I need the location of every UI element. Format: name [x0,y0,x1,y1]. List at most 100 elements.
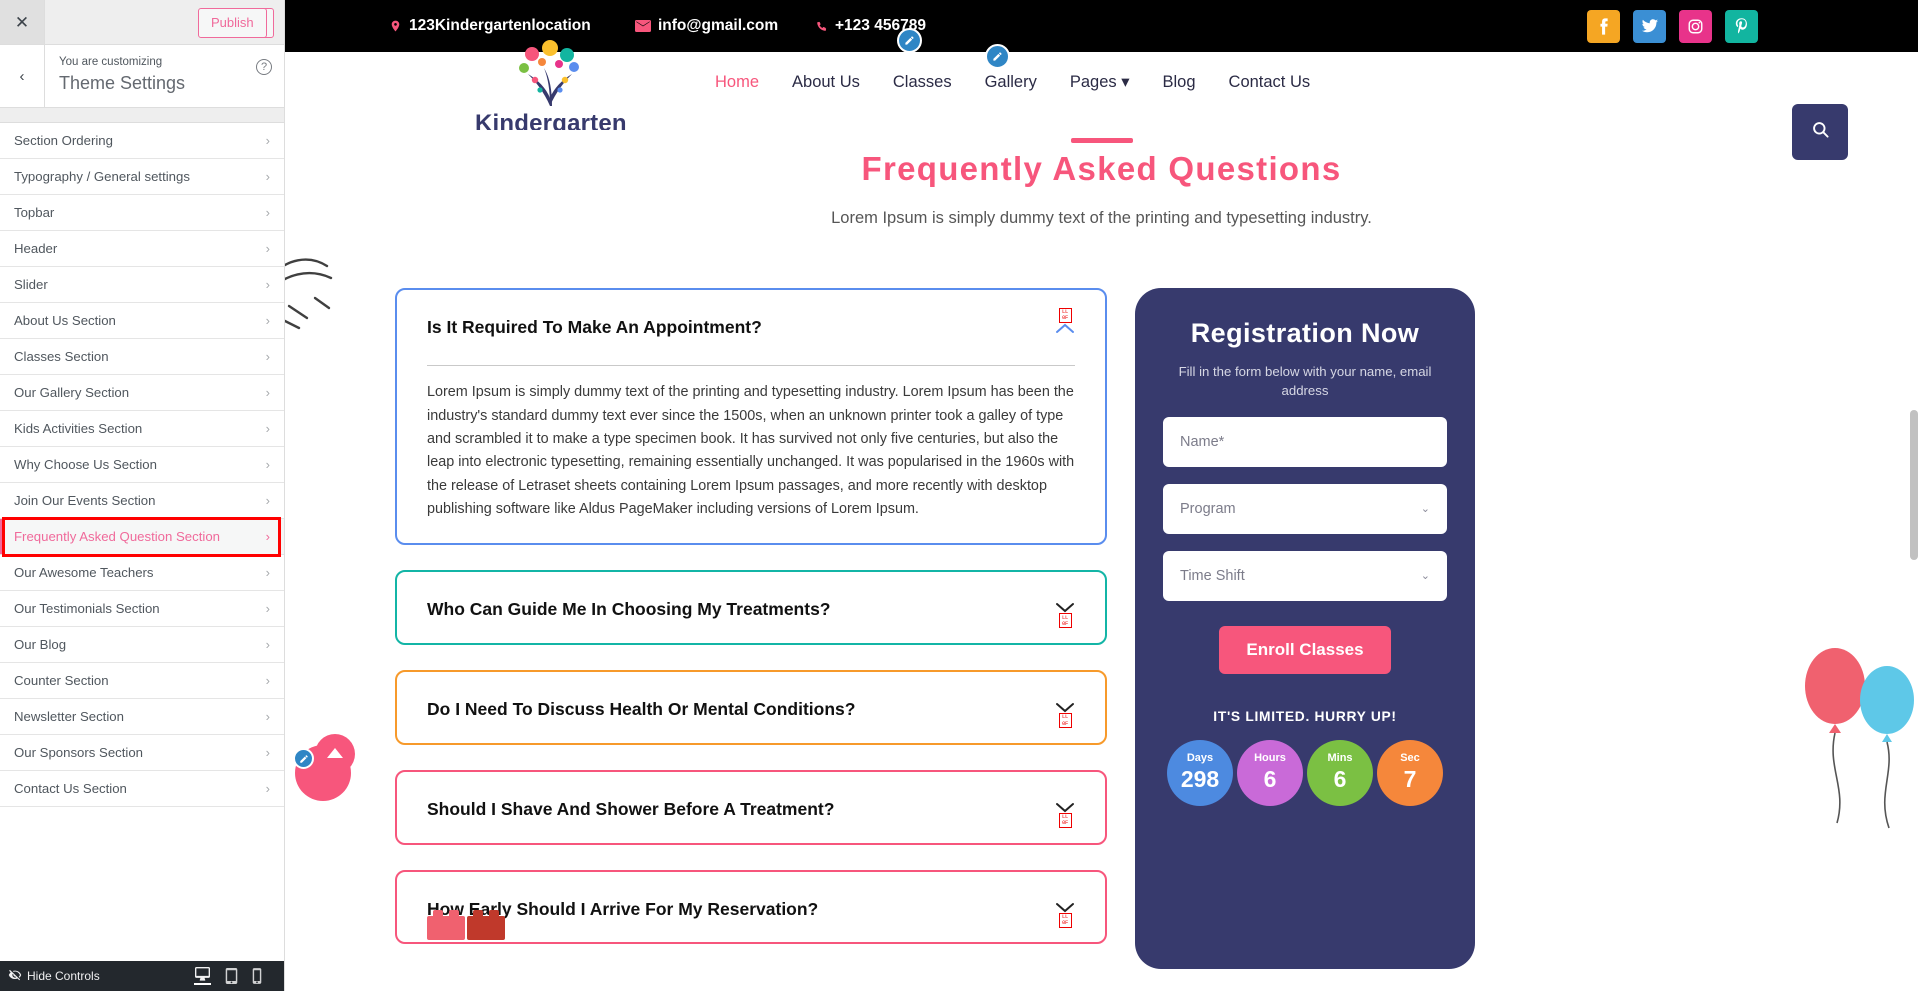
customizer-header: ‹ You are customizing Theme Settings ? [0,45,284,108]
chevron-down-icon[interactable]: LL 0F [1055,802,1075,828]
sidebar-item-our-gallery-section[interactable]: Our Gallery Section › [0,375,284,411]
chevron-down-icon: ⌄ [1420,503,1430,516]
sidebar-item-label: Our Gallery Section [14,385,130,400]
sidebar-item-slider[interactable]: Slider › [0,267,284,303]
timeshift-select[interactable]: Time Shift ⌄ [1163,550,1447,601]
nav-item-home[interactable]: Home [715,73,759,92]
name-input[interactable]: Name* [1163,416,1447,467]
sidebar-item-header[interactable]: Header › [0,231,284,267]
faq-question: Do I Need To Discuss Health Or Mental Co… [427,699,856,720]
twitter-icon[interactable] [1633,9,1666,43]
faq-accordion-list: Is It Required To Make An Appointment? LL… [395,287,1107,970]
nav-edit-pin[interactable] [985,44,1010,69]
search-button[interactable] [1792,104,1848,160]
site-logo[interactable]: Kindergarten [475,40,627,138]
help-icon[interactable]: ? [256,59,272,75]
sidebar-item-contact-us-section[interactable]: Contact Us Section › [0,771,284,807]
chevron-right-icon: › [265,745,270,760]
missing-glyph-box: LL 0F [1058,613,1072,629]
sidebar-item-our-awesome-teachers[interactable]: Our Awesome Teachers › [0,555,284,591]
chevron-right-icon: › [265,673,270,688]
faq-item[interactable]: Who Can Guide Me In Choosing My Treatmen… [395,570,1107,646]
back-icon[interactable]: ‹ [0,45,45,107]
preview-scrollbar[interactable] [1910,410,1918,560]
sidebar-item-classes-section[interactable]: Classes Section › [0,339,284,375]
sidebar-item-frequently-asked-question-section[interactable]: Frequently Asked Question Section › [0,519,284,555]
chevron-shape [1055,602,1075,613]
sidebar-item-our-testimonials-section[interactable]: Our Testimonials Section › [0,591,284,627]
countdown-value: 6 [1263,766,1277,793]
customizer-panel: ✕ Publish ‹ You are customizing Theme Se… [0,0,285,991]
faq-title: Frequently Asked Questions [861,150,1342,187]
registration-panel: Registration Now Fill in the form below … [1135,287,1475,970]
scroll-top-arrow[interactable] [315,734,355,775]
hide-controls-button[interactable]: Hide Controls [8,968,100,985]
search-icon [1811,120,1830,144]
countdown-value: 7 [1403,766,1417,793]
registration-title: Registration Now [1190,317,1420,348]
topbar-email-text: info@gmail.com [658,17,779,34]
sidebar-item-section-ordering[interactable]: Section Ordering › [0,123,284,159]
sidebar-item-about-us-section[interactable]: About Us Section › [0,303,284,339]
chevron-right-icon: › [265,493,270,508]
sidebar-item-topbar[interactable]: Topbar › [0,195,284,231]
sidebar-item-label: Our Awesome Teachers [14,565,154,580]
chevron-right-icon: › [265,565,270,580]
chevron-right-icon: › [265,385,270,400]
missing-glyph-box: LL 0F [1058,713,1072,729]
envelope-icon [635,20,651,32]
faq-answer: Lorem Ipsum is simply dummy text of the … [427,365,1075,521]
faq-item[interactable]: Do I Need To Discuss Health Or Mental Co… [395,670,1107,745]
sidebar-item-why-choose-us-section[interactable]: Why Choose Us Section › [0,447,284,483]
enroll-classes-button[interactable]: Enroll Classes [1219,625,1391,674]
site-header: Kindergarten Home About Us Classes Gallery P… [285,40,1918,252]
desktop-icon[interactable] [194,967,211,985]
sidebar-item-label: Our Blog [14,637,67,652]
program-select[interactable]: Program ⌄ [1163,483,1447,534]
instagram-icon[interactable] [1679,9,1712,43]
nav-item-pages[interactable]: Pages ▾ [1070,72,1130,92]
customizing-label: You are customizing [59,56,163,68]
chevron-down-icon[interactable]: LL 0F [1055,702,1075,729]
sidebar-item-our-sponsors-section[interactable]: Our Sponsors Section › [0,735,284,771]
facebook-icon[interactable] [1587,9,1620,43]
pinterest-icon[interactable] [1725,9,1758,43]
tablet-icon[interactable] [225,968,238,984]
countdown-label: Hours [1254,752,1286,765]
chevron-up-icon[interactable]: LL 0F [1055,307,1075,334]
topbar-edit-pin[interactable] [897,28,922,53]
faq-section: Frequently Asked Questions Lorem Ipsum i… [285,130,1918,970]
nav-item-contact-us[interactable]: Contact Us [1229,73,1311,92]
lego-decoration [425,906,511,947]
publish-button[interactable]: Publish [198,8,267,38]
nav-item-gallery[interactable]: Gallery [985,73,1037,92]
chevron-down-icon[interactable]: LL 0F [1055,602,1075,629]
sidebar-item-kids-activities-section[interactable]: Kids Activities Section › [0,411,284,447]
countdown-timer: Days 298 Hours 6 Mins 6 Sec 7 [1163,739,1447,806]
nav-item-blog[interactable]: Blog [1163,73,1196,92]
topbar-location[interactable]: 123Kindergartenlocation [389,17,591,35]
mobile-icon[interactable] [252,968,262,984]
sidebar-item-label: Topbar [14,205,55,220]
topbar-location-text: 123Kindergartenlocation [409,17,591,34]
nav-item-about-us[interactable]: About Us [792,73,860,92]
close-icon[interactable]: ✕ [0,0,45,44]
sidebar-item-our-blog[interactable]: Our Blog › [0,627,284,663]
chevron-down-icon[interactable]: LL 0F [1055,902,1075,928]
sidebar-item-label: Section Ordering [14,133,113,148]
sidebar-item-join-our-events-section[interactable]: Join Our Events Section › [0,483,284,519]
sidebar-item-label: Newsletter Section [14,709,124,724]
nav-item-classes[interactable]: Classes [893,73,952,92]
sidebar-item-label: Our Sponsors Section [14,745,144,760]
faq-item[interactable]: Should I Shave And Shower Before A Treat… [395,769,1107,845]
sidebar-item-label: Our Testimonials Section [14,601,160,616]
chevron-right-icon: › [265,601,270,616]
sidebar-item-label: Join Our Events Section [14,493,156,508]
topbar-email[interactable]: info@gmail.com [635,17,778,35]
registration-subtitle: Fill in the form below with your name, e… [1178,363,1432,398]
sidebar-item-newsletter-section[interactable]: Newsletter Section › [0,699,284,735]
chevron-right-icon: › [265,133,270,148]
faq-item[interactable]: Is It Required To Make An Appointment? LL… [395,287,1107,546]
sidebar-item-typography-general-settings[interactable]: Typography / General settings › [0,159,284,195]
sidebar-item-counter-section[interactable]: Counter Section › [0,663,284,699]
